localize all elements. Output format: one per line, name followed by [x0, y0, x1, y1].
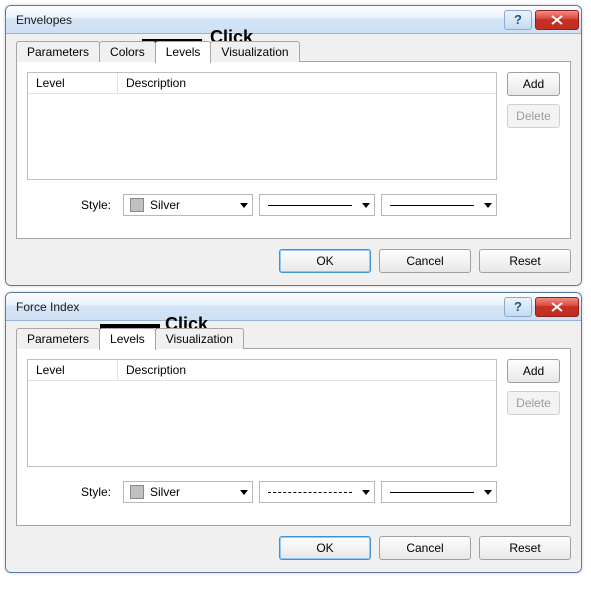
column-header-description[interactable]: Description [118, 73, 496, 93]
delete-button: Delete [507, 104, 560, 128]
tab-visualization[interactable]: Visualization [210, 41, 299, 62]
column-header-level[interactable]: Level [28, 360, 118, 380]
levels-listview[interactable]: Level Description [27, 72, 497, 180]
dialog-force-index: Force Index ? Parameters Levels Visualiz… [5, 292, 582, 573]
dialog-body: Parameters Colors Levels Visualization L… [6, 34, 581, 285]
tab-strip: Parameters Levels Visualization [16, 327, 571, 349]
close-icon [551, 15, 563, 25]
line-style-preview-icon [268, 205, 352, 206]
reset-button[interactable]: Reset [479, 536, 571, 560]
column-header-level[interactable]: Level [28, 73, 118, 93]
listview-header: Level Description [28, 360, 496, 381]
chevron-down-icon [240, 203, 248, 208]
cancel-button[interactable]: Cancel [379, 536, 471, 560]
help-button[interactable]: ? [504, 297, 532, 317]
style-row: Style: Silver [27, 194, 497, 216]
style-row: Style: Silver [27, 481, 497, 503]
title-bar[interactable]: Envelopes ? [6, 6, 581, 34]
color-combo[interactable]: Silver [123, 481, 253, 503]
reset-button[interactable]: Reset [479, 249, 571, 273]
tab-strip: Parameters Colors Levels Visualization [16, 40, 571, 62]
tab-panel-levels: Level Description Style: Silver [16, 61, 571, 239]
ok-button[interactable]: OK [279, 249, 371, 273]
chevron-down-icon [362, 490, 370, 495]
color-name: Silver [150, 198, 180, 212]
color-swatch-icon [130, 198, 144, 212]
dialog-body: Parameters Levels Visualization Level De… [6, 321, 581, 572]
style-label: Style: [27, 198, 117, 212]
line-width-combo[interactable] [381, 481, 497, 503]
ok-button[interactable]: OK [279, 536, 371, 560]
window-title: Envelopes [16, 13, 501, 27]
line-style-combo[interactable] [259, 194, 375, 216]
tab-levels[interactable]: Levels [155, 41, 212, 63]
dialog-wrap-envelopes: Envelopes ? Parameters Colors Levels Vis… [5, 5, 586, 286]
dialog-envelopes: Envelopes ? Parameters Colors Levels Vis… [5, 5, 582, 286]
tab-parameters[interactable]: Parameters [16, 41, 100, 62]
chevron-down-icon [240, 490, 248, 495]
tab-parameters[interactable]: Parameters [16, 328, 100, 349]
tab-levels[interactable]: Levels [99, 328, 156, 350]
add-button[interactable]: Add [507, 359, 560, 383]
close-button[interactable] [535, 297, 579, 317]
line-style-combo[interactable] [259, 481, 375, 503]
chevron-down-icon [484, 203, 492, 208]
column-header-description[interactable]: Description [118, 360, 496, 380]
chevron-down-icon [484, 490, 492, 495]
tab-colors[interactable]: Colors [99, 41, 156, 62]
delete-button: Delete [507, 391, 560, 415]
line-width-combo[interactable] [381, 194, 497, 216]
close-button[interactable] [535, 10, 579, 30]
chevron-down-icon [362, 203, 370, 208]
line-style-preview-icon [268, 492, 352, 493]
levels-listview[interactable]: Level Description [27, 359, 497, 467]
add-button[interactable]: Add [507, 72, 560, 96]
color-combo[interactable]: Silver [123, 194, 253, 216]
dialog-footer: OK Cancel Reset [16, 526, 571, 562]
line-width-preview-icon [390, 205, 474, 206]
tab-panel-levels: Level Description Style: Silver [16, 348, 571, 526]
title-bar[interactable]: Force Index ? [6, 293, 581, 321]
dialog-footer: OK Cancel Reset [16, 239, 571, 275]
color-swatch-icon [130, 485, 144, 499]
close-icon [551, 302, 563, 312]
listview-header: Level Description [28, 73, 496, 94]
color-name: Silver [150, 485, 180, 499]
tab-visualization[interactable]: Visualization [155, 328, 244, 349]
line-width-preview-icon [390, 492, 474, 493]
help-button[interactable]: ? [504, 10, 532, 30]
window-title: Force Index [16, 300, 501, 314]
style-label: Style: [27, 485, 117, 499]
cancel-button[interactable]: Cancel [379, 249, 471, 273]
dialog-wrap-force-index: Force Index ? Parameters Levels Visualiz… [5, 292, 586, 573]
